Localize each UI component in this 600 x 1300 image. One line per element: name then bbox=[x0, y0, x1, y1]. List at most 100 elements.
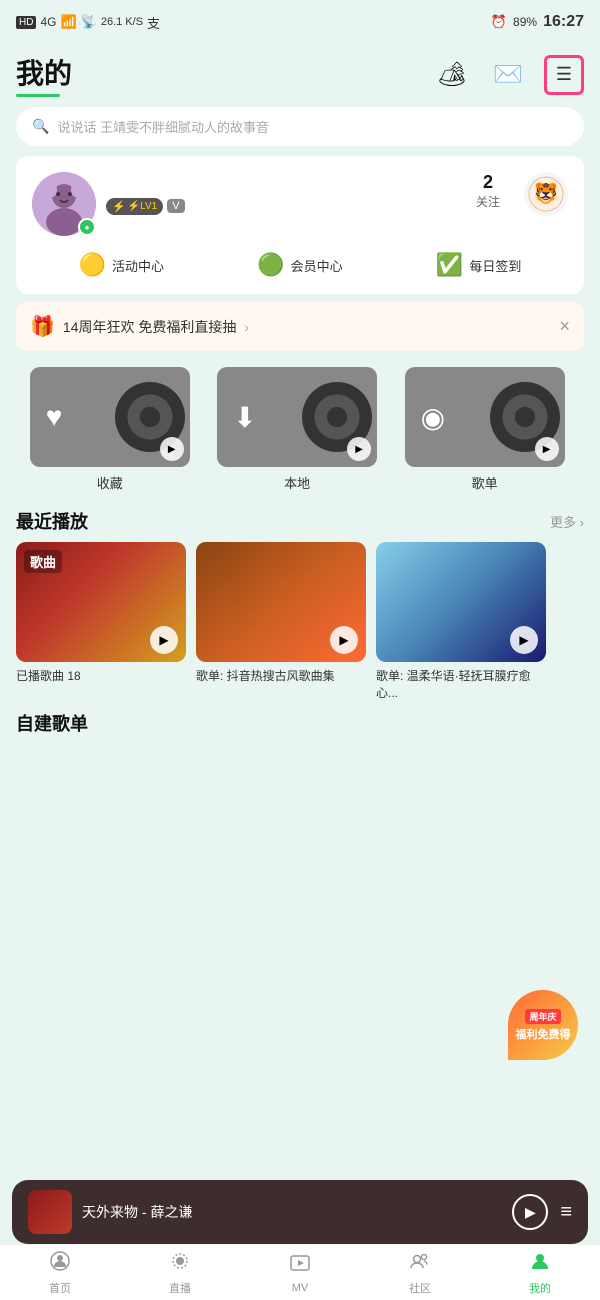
status-bar: HD 4G 📶 📡 26.1 K/S 支 ⏰ 89% 16:27 bbox=[0, 0, 600, 44]
recent-caption-1: 歌单: 抖音热搜古风歌曲集 bbox=[196, 668, 366, 685]
search-icon: 🔍 bbox=[32, 118, 49, 135]
follow-label: 关注 bbox=[476, 193, 500, 210]
tent-icon-button[interactable]: 🏕 bbox=[432, 55, 472, 95]
nav-item-mv[interactable]: MV bbox=[240, 1252, 360, 1294]
player-play-button[interactable]: ▶ bbox=[512, 1194, 548, 1230]
recent-thumb-1: ▶ bbox=[196, 542, 366, 662]
message-icon-button[interactable]: ✉️ bbox=[488, 55, 528, 95]
follow-count: 2 bbox=[476, 172, 500, 193]
profile-top: ● ⚡⚡LV1 V 2 关注 🐯 bbox=[32, 172, 568, 236]
profile-badges: ⚡⚡LV1 V bbox=[106, 194, 185, 215]
play-overlay-local: ▶ bbox=[347, 437, 371, 461]
home-icon bbox=[49, 1250, 71, 1278]
signal-icon: 📶 bbox=[60, 14, 76, 30]
self-playlist-header: 自建歌单 bbox=[0, 702, 600, 744]
player-list-button[interactable]: ≡ bbox=[560, 1201, 572, 1224]
recent-play-btn-2[interactable]: ▶ bbox=[510, 626, 538, 654]
nav-label-mine: 我的 bbox=[529, 1280, 551, 1296]
banner-left: 🎁 14周年狂欢 免费福利直接抽 › bbox=[30, 314, 249, 339]
member-icon: 🟢 bbox=[257, 252, 284, 278]
header: 我的 🏕 ✉️ ☰ bbox=[0, 44, 600, 97]
nav-label-mv: MV bbox=[292, 1282, 309, 1294]
battery-text: 89% bbox=[513, 15, 537, 29]
activity-center-action[interactable]: 🟡 活动中心 bbox=[79, 252, 164, 278]
title-underline bbox=[16, 94, 60, 97]
category-label-playlist: 歌单 bbox=[472, 473, 498, 492]
tiger-badge[interactable]: 🐯 bbox=[524, 172, 568, 216]
banner-arrow: › bbox=[244, 319, 249, 335]
mv-icon bbox=[289, 1252, 311, 1280]
member-label: 会员中心 bbox=[291, 256, 343, 275]
menu-icon-button[interactable]: ☰ bbox=[544, 55, 584, 95]
recent-play-btn-0[interactable]: ▶ bbox=[150, 626, 178, 654]
anniversary-circle: 周年庆 福利免费得 bbox=[508, 990, 578, 1060]
nav-item-live[interactable]: 直播 bbox=[120, 1250, 240, 1296]
level-badges: ⚡⚡LV1 V bbox=[106, 198, 185, 215]
activity-icon: 🟡 bbox=[79, 252, 106, 278]
playlist-icon: ◉ bbox=[421, 401, 445, 434]
category-thumb-local: ⬇ ▶ bbox=[217, 367, 377, 467]
bottom-player[interactable]: 天外来物 - 薛之谦 ▶ ≡ bbox=[12, 1180, 588, 1244]
recent-item-2[interactable]: ▶ 歌单: 温柔华语·轻抚耳膜疗愈心... bbox=[376, 542, 546, 702]
checkin-icon: ✅ bbox=[436, 252, 463, 278]
daily-checkin-action[interactable]: ✅ 每日签到 bbox=[436, 252, 521, 278]
alipay-icon: 支 bbox=[147, 13, 160, 32]
nav-label-live: 直播 bbox=[169, 1280, 191, 1296]
recent-thumb-0: 歌曲 ▶ bbox=[16, 542, 186, 662]
recent-play-more[interactable]: 更多 › bbox=[550, 512, 584, 531]
mine-icon bbox=[529, 1250, 551, 1278]
status-left: HD 4G 📶 📡 26.1 K/S 支 bbox=[16, 13, 160, 32]
member-center-action[interactable]: 🟢 会员中心 bbox=[257, 252, 342, 278]
anniversary-main-text: 福利免费得 bbox=[516, 1026, 571, 1042]
avatar-online-badge: ● bbox=[78, 218, 96, 236]
play-overlay-playlist: ▶ bbox=[535, 437, 559, 461]
recent-item-0[interactable]: 歌曲 ▶ 已播歌曲 18 bbox=[16, 542, 186, 702]
avatar-container: ● bbox=[32, 172, 96, 236]
nav-label-home: 首页 bbox=[49, 1280, 71, 1296]
category-thumb-playlist: ◉ ▶ bbox=[405, 367, 565, 467]
live-icon bbox=[169, 1250, 191, 1278]
banner-close-button[interactable]: × bbox=[559, 316, 570, 337]
network-icon: 4G bbox=[40, 15, 56, 29]
recent-play-btn-1[interactable]: ▶ bbox=[330, 626, 358, 654]
player-title: 天外来物 - 薛之谦 bbox=[82, 1202, 502, 1222]
svg-text:🐯: 🐯 bbox=[534, 181, 559, 205]
search-bar[interactable]: 🔍 说说话 王靖雯不胖细腻动人的故事音 bbox=[16, 107, 584, 146]
recent-caption-2: 歌单: 温柔华语·轻抚耳膜疗愈心... bbox=[376, 668, 546, 702]
header-icons: 🏕 ✉️ ☰ bbox=[432, 55, 584, 95]
level-badge: ⚡⚡LV1 bbox=[106, 198, 163, 215]
recent-caption-0: 已播歌曲 18 bbox=[16, 668, 186, 685]
recent-item-1[interactable]: ▶ 歌单: 抖音热搜古风歌曲集 bbox=[196, 542, 366, 702]
activity-label: 活动中心 bbox=[112, 256, 164, 275]
banner-text: 14周年狂欢 免费福利直接抽 bbox=[63, 317, 236, 337]
nav-item-home[interactable]: 首页 bbox=[0, 1250, 120, 1296]
recent-play-title: 最近播放 bbox=[16, 508, 88, 534]
download-icon: ⬇ bbox=[233, 401, 256, 434]
music-categories: ♥ ▶ 收藏 ⬇ ▶ 本地 ◉ ▶ 歌单 bbox=[0, 359, 600, 500]
play-overlay-favorites: ▶ bbox=[160, 437, 184, 461]
category-thumb-favorites: ♥ ▶ bbox=[30, 367, 190, 467]
nav-item-mine[interactable]: 我的 bbox=[480, 1250, 600, 1296]
banner-gift-icon: 🎁 bbox=[30, 314, 55, 339]
profile-actions: 🟡 活动中心 🟢 会员中心 ✅ 每日签到 bbox=[32, 252, 568, 278]
profile-left: ● ⚡⚡LV1 V bbox=[32, 172, 185, 236]
category-item-favorites[interactable]: ♥ ▶ 收藏 bbox=[16, 367, 203, 492]
hd-icon: HD bbox=[16, 16, 36, 29]
category-label-favorites: 收藏 bbox=[97, 473, 123, 492]
category-label-local: 本地 bbox=[284, 473, 310, 492]
anniversary-badge[interactable]: 周年庆 福利免费得 bbox=[508, 990, 588, 1070]
profile-right: 2 关注 🐯 bbox=[476, 172, 568, 216]
category-item-playlist[interactable]: ◉ ▶ 歌单 bbox=[391, 367, 578, 492]
category-item-local[interactable]: ⬇ ▶ 本地 bbox=[203, 367, 390, 492]
anniversary-top-text: 周年庆 bbox=[525, 1009, 560, 1024]
recent-thumb-2: ▶ bbox=[376, 542, 546, 662]
profile-section: ● ⚡⚡LV1 V 2 关注 🐯 bbox=[16, 156, 584, 294]
menu-icon: ☰ bbox=[556, 64, 572, 85]
anniversary-banner[interactable]: 🎁 14周年狂欢 免费福利直接抽 › × bbox=[16, 302, 584, 351]
profile-stat-follow[interactable]: 2 关注 bbox=[476, 172, 500, 210]
alarm-icon: ⏰ bbox=[491, 14, 507, 30]
header-title-container: 我的 bbox=[16, 52, 72, 97]
player-controls: ▶ ≡ bbox=[512, 1194, 572, 1230]
nav-item-community[interactable]: 社区 bbox=[360, 1250, 480, 1296]
self-playlist-title: 自建歌单 bbox=[16, 710, 88, 736]
